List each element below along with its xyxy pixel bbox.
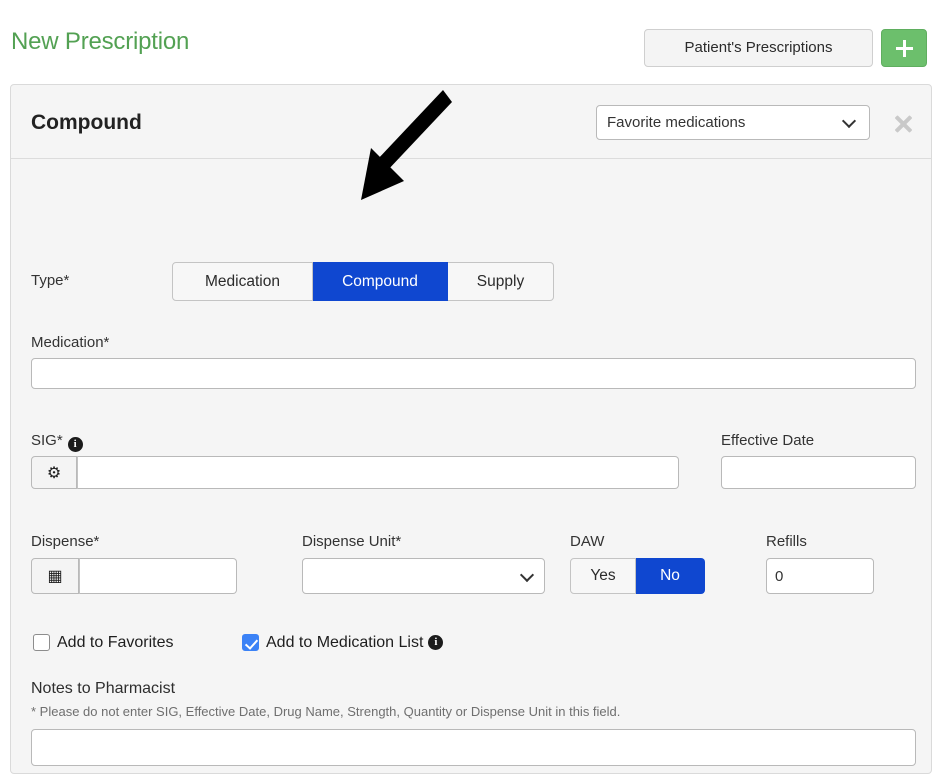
sig-label: SIG* i <box>31 431 83 452</box>
add-to-favorites-label: Add to Favorites <box>57 634 174 651</box>
daw-option-yes[interactable]: Yes <box>570 558 636 594</box>
type-option-supply[interactable]: Supply <box>448 262 554 301</box>
info-icon[interactable]: i <box>428 635 444 650</box>
add-to-medication-list-checkbox[interactable] <box>242 634 259 651</box>
medication-label: Medication* <box>31 334 110 351</box>
card-header: Compound Favorite medications <box>11 85 931 159</box>
refills-label: Refills <box>766 533 807 550</box>
add-prescription-button[interactable] <box>881 29 927 67</box>
favorite-medications-select[interactable]: Favorite medications <box>596 105 870 140</box>
add-to-medication-list-row[interactable]: Add to Medication List i <box>242 633 444 652</box>
daw-segmented-control: Yes No <box>570 558 705 594</box>
app-root: New Prescription Patient's Prescriptions… <box>0 0 942 780</box>
dispense-unit-label: Dispense Unit* <box>302 533 402 550</box>
type-segmented-control: Medication Compound Supply <box>172 262 554 301</box>
notes-label: Notes to Pharmacist <box>31 680 176 697</box>
type-label: Type* <box>31 272 70 289</box>
page-title: New Prescription <box>11 28 190 55</box>
card-title: Compound <box>31 111 142 134</box>
type-option-compound[interactable]: Compound <box>313 262 448 301</box>
daw-option-no[interactable]: No <box>636 558 705 594</box>
type-option-medication[interactable]: Medication <box>172 262 313 301</box>
plus-icon <box>895 39 913 57</box>
close-icon[interactable] <box>891 112 915 136</box>
effective-date-label: Effective Date <box>721 432 815 449</box>
dispense-unit-select[interactable] <box>302 558 545 594</box>
add-to-favorites-row[interactable]: Add to Favorites <box>33 633 174 652</box>
daw-label: DAW <box>570 533 605 550</box>
calculator-icon: ▦ <box>47 568 63 585</box>
refills-input[interactable] <box>766 558 874 594</box>
prescription-card: Compound Favorite medications Type* Medi… <box>10 84 932 774</box>
sig-input[interactable] <box>77 456 679 489</box>
add-to-medication-list-label: Add to Medication List <box>266 634 424 651</box>
sig-gear-button[interactable]: ⚙ <box>31 456 77 489</box>
notes-input[interactable] <box>31 729 916 766</box>
medication-input[interactable] <box>31 358 916 389</box>
effective-date-input[interactable] <box>721 456 916 489</box>
sig-label-text: SIG* <box>31 432 63 449</box>
info-icon[interactable]: i <box>67 437 83 452</box>
dispense-input[interactable] <box>79 558 237 594</box>
add-to-favorites-checkbox[interactable] <box>33 634 50 651</box>
dispense-label: Dispense* <box>31 533 100 550</box>
page-header: New Prescription Patient's Prescriptions <box>0 0 942 84</box>
dispense-calculator-button[interactable]: ▦ <box>31 558 79 594</box>
gear-icon: ⚙ <box>46 464 62 482</box>
patients-prescriptions-button[interactable]: Patient's Prescriptions <box>644 29 873 67</box>
notes-hint: * Please do not enter SIG, Effective Dat… <box>31 704 621 719</box>
